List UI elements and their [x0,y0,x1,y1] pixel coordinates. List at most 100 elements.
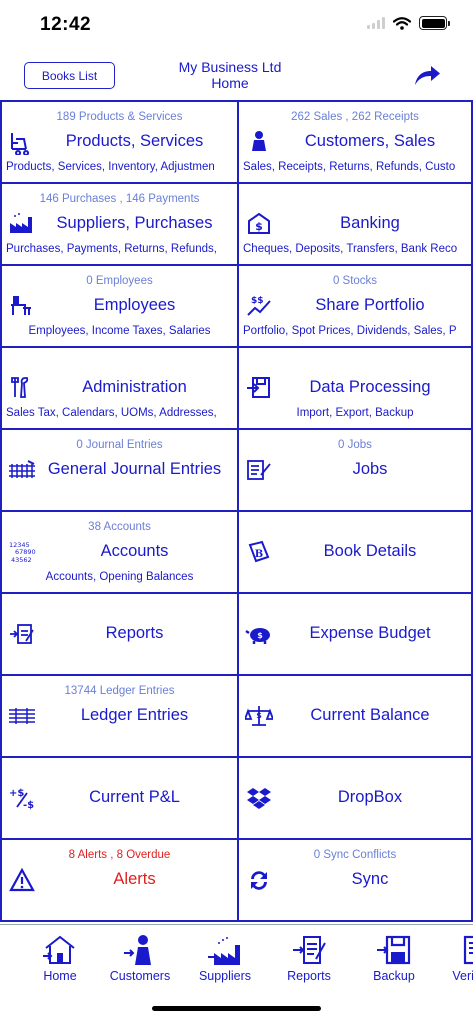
tile-count: 189 Products & Services [56,111,183,123]
svg-text:$: $ [256,711,262,720]
tile-title: Employees [93,296,176,314]
tile-accounts[interactable]: 12345 67890 43562 38 Accounts Accounts Accoun… [0,512,237,592]
tile-count: 0 Journal Entries [76,439,163,451]
tile-count: 262 Sales , 262 Receipts [291,111,419,123]
tile-title: Suppliers, Purchases [56,214,213,232]
page-title: My Business Ltd Home [130,59,330,91]
share-icon[interactable] [412,62,442,88]
tile-employees[interactable]: 0 Employees Employees Employees, Income Ta… [0,266,237,346]
grid-row: 12345 67890 43562 38 Accounts Accounts Accoun… [0,512,473,594]
tile-title: Products, Services [65,132,204,150]
tile-count: 0 Employees [86,275,153,287]
tile-subtitle: Cheques, Deposits, Transfers, Bank Reco [243,243,458,255]
grid-row: 0 Journal Entries General Journal Entries… [0,430,473,512]
tile-title: Book Details [323,542,417,560]
supplier-tab-icon [208,937,240,965]
tile-title: Current P&L [89,788,180,806]
tile-ledger-entries[interactable]: 13744 Ledger Entries Ledger Entries [0,676,237,756]
tile-general-journal-entries[interactable]: 0 Journal Entries General Journal Entries [0,430,237,510]
books-list-button[interactable]: Books List [24,62,115,89]
tile-title: Expense Budget [309,624,431,642]
tile-count: 8 Alerts , 8 Overdue [68,849,171,861]
tile-subtitle: Purchases, Payments, Returns, Refunds, [6,243,217,255]
status-icons [367,16,450,30]
tile-title: General Journal Entries [47,460,222,478]
tile-subtitle: Products, Services, Inventory, Adjustmen [6,161,215,173]
tile-sync[interactable]: 0 Sync Conflicts Sync [237,840,473,920]
tile-current-p-l[interactable]: +$ -$ Current P&L [0,758,237,838]
tile-title: DropBox [337,788,403,806]
grid-row: 146 Purchases , 146 Payments Suppliers, P… [0,184,473,266]
tile-title: Banking [340,214,400,232]
verify-tab-icon [463,935,473,965]
wifi-icon [393,16,411,30]
menu-grid: 189 Products & Services Products, Service… [0,100,473,922]
tile-count: 0 Stocks [332,275,378,287]
tile-count: 0 Sync Conflicts [313,849,397,861]
grid-row: 8 Alerts , 8 Overdue Alerts 0 Sync Conflic… [0,840,473,922]
tile-jobs[interactable]: 0 Jobs Jobs [237,430,473,510]
tile-title: Jobs [352,460,388,478]
tile-dropbox[interactable]: DropBox [237,758,473,838]
tile-count: 38 Accounts [88,521,151,533]
tile-alerts[interactable]: 8 Alerts , 8 Overdue Alerts [0,840,237,920]
tile-data-processing[interactable]: Data Processing Import, Export, Backup [237,348,473,428]
home-indicator [152,1006,321,1011]
tile-administration[interactable]: Administration Sales Tax, Calendars, UOMs… [0,348,237,428]
tab-label: Suppliers [198,969,252,983]
tab-verify[interactable]: Verify [432,933,473,993]
tile-title: Alerts [113,870,156,888]
tab-customers[interactable]: Customers [104,933,176,993]
tile-title: Customers, Sales [304,132,436,150]
tile-products-services[interactable]: 189 Products & Services Products, Service… [0,102,237,182]
tile-title: Share Portfolio [315,296,425,314]
tile-customers-sales[interactable]: 262 Sales , 262 Receipts Customers, Sales… [237,102,473,182]
grid-row: 0 Employees Employees Employees, Income Ta… [0,266,473,348]
home-icon [43,935,75,964]
tile-title: Ledger Entries [80,706,189,724]
tile-suppliers-purchases[interactable]: 146 Purchases , 146 Payments Suppliers, P… [0,184,237,264]
page-subtitle: Home [211,75,249,91]
tile-title: Administration [82,378,187,396]
tab-label: Reports [287,969,331,983]
tile-banking[interactable]: $ Banking Cheques, Deposits, Transfers, Ba… [237,184,473,264]
tile-title: Current Balance [310,706,430,724]
status-time: 12:42 [40,14,92,35]
tile-book-details[interactable]: B Book Details [237,512,473,592]
svg-text:43562: 43562 [11,556,32,564]
tile-reports[interactable]: Reports [0,594,237,674]
tile-expense-budget[interactable]: $ Expense Budget [237,594,473,674]
tab-backup[interactable]: Backup [358,933,430,993]
status-bar: 12:42 [0,0,473,50]
grid-row: Reports $ Expense Budget [0,594,473,676]
tile-subtitle: Sales, Receipts, Returns, Refunds, Custo [243,161,456,173]
tile-subtitle: Sales Tax, Calendars, UOMs, Addresses, [6,407,217,419]
tile-count: 0 Jobs [338,439,372,451]
customer-tab-icon [124,935,151,965]
grid-row: 13744 Ledger Entries Ledger Entries $ Curre… [0,676,473,758]
tile-share-portfolio[interactable]: $$ 0 Stocks Share Portfolio Portfolio, Spot… [237,266,473,346]
battery-icon [419,16,450,30]
svg-text:$: $ [255,220,263,233]
tile-title: Reports [105,624,164,642]
tile-current-balance[interactable]: $ Current Balance [237,676,473,756]
tile-title: Sync [351,870,389,888]
svg-text:B: B [255,549,263,560]
tab-suppliers[interactable]: Suppliers [189,933,261,993]
navigation-bar: Books List My Business Ltd Home [0,52,473,98]
cellular-signal-icon [367,17,385,29]
tile-title: Accounts [100,542,169,560]
tile-subtitle: Accounts, Opening Balances [45,571,194,583]
tile-subtitle: Employees, Income Taxes, Salaries [28,325,211,337]
tile-count: 146 Purchases , 146 Payments [39,193,200,205]
tab-label: Verify [452,969,473,983]
tile-title: Data Processing [309,378,431,396]
svg-text:+$: +$ [9,788,24,799]
grid-row: 189 Products & Services Products, Service… [0,102,473,184]
tab-reports[interactable]: Reports [273,933,345,993]
tab-home[interactable]: Home [24,933,96,993]
grid-row: Administration Sales Tax, Calendars, UOMs… [0,348,473,430]
tile-subtitle: Portfolio, Spot Prices, Dividends, Sales… [243,325,457,337]
tile-subtitle: Import, Export, Backup [296,407,414,419]
business-name: My Business Ltd [178,59,282,75]
